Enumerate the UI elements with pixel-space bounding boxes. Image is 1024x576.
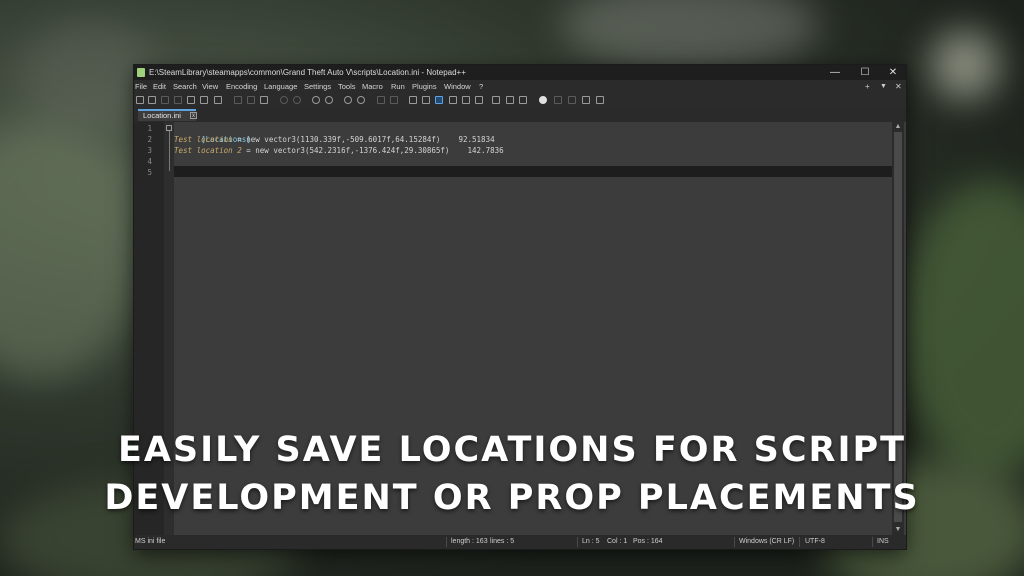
playback-macro-icon[interactable]	[568, 96, 576, 104]
scroll-down-arrow-icon[interactable]: ▼	[892, 525, 904, 535]
status-file-type: MS ini file	[135, 538, 166, 545]
undo-icon[interactable]	[280, 96, 288, 104]
menu-settings[interactable]: Settings	[304, 80, 331, 93]
toolbar	[134, 93, 906, 107]
tab-label: Location.ini	[143, 111, 181, 120]
code-line: Test location = new vector3(1130.339f,-5…	[174, 134, 495, 145]
show-all-characters-icon[interactable]	[422, 96, 430, 104]
stop-recording-icon[interactable]	[554, 96, 562, 104]
status-insert-mode: INS	[877, 538, 889, 545]
open-file-icon[interactable]	[148, 96, 156, 104]
tab-bar: Location.ini x	[134, 107, 906, 122]
fold-guide-line	[168, 131, 170, 171]
line-number: 1	[147, 124, 152, 133]
line-number: 5	[147, 168, 152, 177]
menu-plugins[interactable]: Plugins	[412, 80, 437, 93]
notepadpp-app-icon	[137, 68, 145, 77]
ini-key: Test location	[174, 135, 233, 144]
status-length: length : 163	[451, 538, 488, 545]
line-number: 2	[147, 135, 152, 144]
menu-search[interactable]: Search	[173, 80, 197, 93]
line-number: 3	[147, 146, 152, 155]
function-list-icon[interactable]	[492, 96, 500, 104]
menu-encoding[interactable]: Encoding	[226, 80, 257, 93]
menu-edit[interactable]: Edit	[153, 80, 166, 93]
record-macro-icon[interactable]	[539, 96, 547, 104]
document-list-icon[interactable]	[475, 96, 483, 104]
line-number-gutter: 1 2 3 4 5	[134, 122, 164, 535]
copy-icon[interactable]	[247, 96, 255, 104]
scroll-up-arrow-icon[interactable]: ▲	[892, 122, 904, 132]
menu-run[interactable]: Run	[391, 80, 405, 93]
menu-help[interactable]: ?	[479, 80, 483, 93]
zoom-out-icon[interactable]	[357, 96, 365, 104]
menu-view[interactable]: View	[202, 80, 218, 93]
ini-value: = new vector3(1130.339f,-509.6017f,64.15…	[232, 135, 495, 144]
close-all-icon[interactable]	[200, 96, 208, 104]
status-line-number: Ln : 5	[582, 538, 600, 545]
tab-location-ini[interactable]: Location.ini x	[138, 109, 197, 121]
current-line-highlight	[174, 166, 892, 177]
indent-guide-icon[interactable]	[435, 96, 443, 104]
replace-icon[interactable]	[325, 96, 333, 104]
xml-tags-icon[interactable]	[449, 96, 457, 104]
caption-line-1: EASILY SAVE LOCATIONS FOR SCRIPT	[117, 430, 907, 470]
notepadpp-window: E:\SteamLibrary\steamapps\common\Grand T…	[134, 65, 906, 549]
status-eol: Windows (CR LF)	[739, 538, 795, 545]
save-icon[interactable]	[161, 96, 169, 104]
status-bar: MS ini file length : 163 lines : 5 Ln : …	[134, 535, 906, 549]
line-number: 4	[147, 157, 152, 166]
code-line: Test location 2 = new vector3(542.2316f,…	[174, 145, 504, 156]
save-macro-icon[interactable]	[596, 96, 604, 104]
caption-line-2: DEVELOPMENT OR PROP PLACEMENTS	[104, 478, 920, 518]
minimize-button[interactable]: —	[820, 65, 850, 80]
menu-bar: File Edit Search View Encoding Language …	[134, 80, 906, 93]
new-tab-plus-button[interactable]: +	[865, 80, 870, 93]
tab-close-icon[interactable]: x	[190, 112, 197, 119]
close-tab-x-button[interactable]: ✕	[895, 80, 902, 93]
status-encoding: UTF-8	[805, 538, 825, 545]
maximize-button[interactable]: ☐	[850, 65, 880, 80]
document-map-icon[interactable]	[462, 96, 470, 104]
save-all-icon[interactable]	[174, 96, 182, 104]
menu-window[interactable]: Window	[444, 80, 471, 93]
run-macro-multiple-icon[interactable]	[582, 96, 590, 104]
find-icon[interactable]	[312, 96, 320, 104]
monitoring-icon[interactable]	[519, 96, 527, 104]
sync-horizontal-icon[interactable]	[390, 96, 398, 104]
cut-icon[interactable]	[234, 96, 242, 104]
menu-macro[interactable]: Macro	[362, 80, 383, 93]
close-file-icon[interactable]	[187, 96, 195, 104]
fold-margin	[164, 122, 174, 535]
status-column: Col : 1	[607, 538, 628, 545]
word-wrap-icon[interactable]	[409, 96, 417, 104]
status-lines: lines : 5	[490, 538, 515, 545]
menu-tools[interactable]: Tools	[338, 80, 356, 93]
new-file-icon[interactable]	[136, 96, 144, 104]
zoom-in-icon[interactable]	[344, 96, 352, 104]
menu-file[interactable]: File	[135, 80, 147, 93]
folder-workspace-icon[interactable]	[506, 96, 514, 104]
menu-language[interactable]: Language	[264, 80, 297, 93]
title-bar: E:\SteamLibrary\steamapps\common\Grand T…	[134, 65, 906, 80]
paste-icon[interactable]	[260, 96, 268, 104]
status-position: Pos : 164	[633, 538, 663, 545]
window-title: E:\SteamLibrary\steamapps\common\Grand T…	[149, 68, 466, 77]
redo-icon[interactable]	[293, 96, 301, 104]
ini-value: = new vector3(542.2316f,-1376.424f,29.30…	[241, 146, 504, 155]
close-window-button[interactable]: ✕	[878, 65, 908, 80]
sync-vertical-icon[interactable]	[377, 96, 385, 104]
print-icon[interactable]	[214, 96, 222, 104]
tab-list-dropdown-icon[interactable]: ▼	[880, 80, 887, 93]
ini-key: Test location 2	[174, 146, 242, 155]
editor-area[interactable]: 1 2 3 4 5 [Locations] Test location = ne…	[134, 122, 906, 535]
